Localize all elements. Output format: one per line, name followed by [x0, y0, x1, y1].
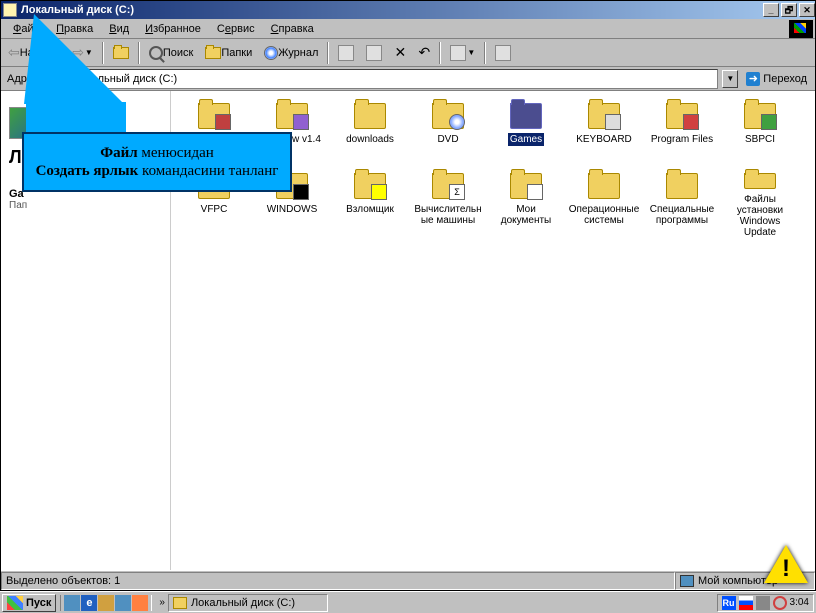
folder-icon — [744, 103, 776, 129]
file-item[interactable]: Мои документы — [487, 169, 565, 239]
views-button[interactable]: ▼ — [445, 42, 480, 64]
file-label: Взломщик — [344, 203, 396, 216]
ql-app1[interactable] — [115, 595, 131, 611]
delete-button[interactable]: ✕ — [389, 42, 411, 64]
ql-ie[interactable]: e — [81, 595, 97, 611]
file-item[interactable]: Вычислительные машины — [409, 169, 487, 239]
folder-icon — [198, 103, 230, 129]
tray-clock[interactable]: 3:04 — [790, 597, 809, 608]
address-input[interactable]: альный диск (C:) — [45, 69, 719, 89]
folder-icon — [666, 173, 698, 199]
go-arrow-icon: ➜ — [746, 72, 760, 86]
file-label: VFPC — [199, 203, 230, 216]
folder-icon — [354, 103, 386, 129]
search-button[interactable]: Поиск — [144, 42, 198, 64]
menu-tools[interactable]: Сервис — [209, 21, 263, 37]
menu-help[interactable]: Справка — [263, 21, 322, 37]
warning-badge — [764, 545, 810, 587]
ql-show-desktop[interactable] — [64, 595, 80, 611]
extra-button[interactable] — [490, 42, 516, 64]
file-item[interactable]: Файлы установки Windows Update — [721, 169, 799, 239]
start-button[interactable]: Пуск — [2, 594, 56, 612]
moveto-icon — [338, 45, 354, 61]
menu-favorites[interactable]: Избранное — [137, 21, 209, 37]
file-item[interactable]: Games — [487, 99, 565, 169]
history-icon — [264, 46, 278, 60]
folder-icon — [588, 103, 620, 129]
file-label: Файлы установки Windows Update — [722, 193, 798, 239]
file-item[interactable]: Взломщик — [331, 169, 409, 239]
file-item[interactable]: Program Files — [643, 99, 721, 169]
file-label: SBPCI — [743, 133, 777, 146]
search-icon — [149, 46, 163, 60]
folder-icon — [432, 173, 464, 199]
file-label: Program Files — [649, 133, 715, 146]
folder-icon — [744, 173, 776, 189]
copyto-icon — [366, 45, 382, 61]
file-label: DVD — [435, 133, 460, 146]
taskbar: Пуск e » Локальный диск (C:) Ru 3:04 — [0, 591, 816, 613]
file-label: downloads — [344, 133, 396, 146]
task-folder-icon — [173, 597, 187, 609]
window-icon — [3, 3, 17, 17]
copyto-button[interactable] — [361, 42, 387, 64]
folders-icon — [205, 47, 221, 59]
folder-icon — [354, 173, 386, 199]
moveto-button[interactable] — [333, 42, 359, 64]
address-dropdown-button[interactable]: ▼ — [722, 70, 738, 88]
file-label: Мои документы — [488, 203, 564, 227]
file-label: Операционные системы — [566, 203, 642, 227]
folder-icon — [510, 173, 542, 199]
file-label: Games — [508, 133, 544, 146]
file-item[interactable]: Специальные программы — [643, 169, 721, 239]
undo-button[interactable]: ↶ — [413, 42, 435, 64]
computer-icon — [680, 575, 694, 587]
file-label: KEYBOARD — [574, 133, 634, 146]
sidebar-selection-type: Пап — [9, 200, 162, 211]
file-item[interactable]: SBPCI — [721, 99, 799, 169]
folder-icon — [276, 103, 308, 129]
history-button[interactable]: Журнал — [259, 42, 323, 64]
file-label: WINDOWS — [265, 203, 320, 216]
ql-overflow[interactable]: » — [156, 597, 168, 608]
maximize-button[interactable]: 🗗 — [781, 3, 797, 17]
windows-emblem-icon — [789, 20, 813, 38]
ql-outlook[interactable] — [98, 595, 114, 611]
callout-box: Файл менюсидан Создать ярлык командасини… — [22, 132, 292, 192]
status-selection: Выделено объектов: 1 — [1, 572, 675, 590]
windows-flag-icon — [7, 596, 23, 610]
minimize-button[interactable]: _ — [763, 3, 779, 17]
folder-icon — [666, 103, 698, 129]
tray-flag-icon[interactable] — [739, 596, 753, 610]
folders-button[interactable]: Папки — [200, 42, 257, 64]
taskbar-task-explorer[interactable]: Локальный диск (C:) — [168, 594, 328, 612]
file-label: Вычислительные машины — [410, 203, 486, 227]
file-label: Специальные программы — [644, 203, 720, 227]
file-item[interactable]: Операционные системы — [565, 169, 643, 239]
folder-icon — [588, 173, 620, 199]
file-item[interactable]: downloads — [331, 99, 409, 169]
system-tray: Ru 3:04 — [717, 594, 814, 612]
folder-icon — [510, 103, 542, 129]
go-button[interactable]: ➜ Переход — [742, 72, 811, 86]
statusbar: Выделено объектов: 1 Мой компьютер — [1, 570, 815, 590]
extra-icon — [495, 45, 511, 61]
tray-status-icon[interactable] — [773, 596, 787, 610]
quicklaunch: e — [60, 595, 152, 611]
file-item[interactable]: KEYBOARD — [565, 99, 643, 169]
ql-app2[interactable] — [132, 595, 148, 611]
file-item[interactable]: DVD — [409, 99, 487, 169]
close-button[interactable]: ✕ — [799, 3, 815, 17]
tray-language-icon[interactable]: Ru — [722, 596, 736, 610]
tray-app-icon[interactable] — [756, 596, 770, 610]
views-icon — [450, 45, 466, 61]
warning-icon — [764, 545, 808, 583]
folder-icon — [432, 103, 464, 129]
